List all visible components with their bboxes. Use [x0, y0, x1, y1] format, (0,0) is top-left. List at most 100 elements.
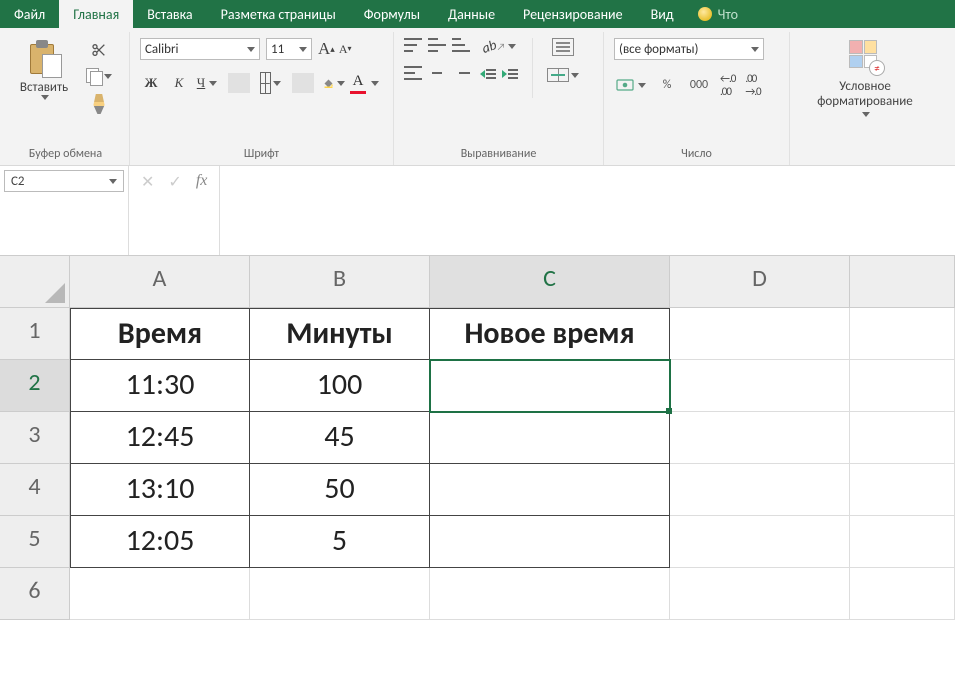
halign-left-icon	[404, 66, 422, 80]
row-header-1[interactable]: 1	[0, 308, 70, 360]
valign-middle-button[interactable]	[428, 38, 446, 52]
chevron-down-icon	[336, 72, 346, 94]
cell-A2[interactable]: 11:30	[70, 360, 250, 412]
number-format-combo[interactable]: (все форматы)	[614, 38, 764, 60]
insert-function-button[interactable]: fx	[196, 172, 208, 190]
separator	[532, 38, 533, 98]
cell-E4[interactable]	[850, 464, 955, 516]
cell-C3[interactable]	[430, 412, 670, 464]
cell-A3[interactable]: 12:45	[70, 412, 250, 464]
italic-button[interactable]: К	[168, 72, 190, 94]
cell-D4[interactable]	[670, 464, 850, 516]
cell-D6[interactable]	[670, 568, 850, 620]
tab-data[interactable]: Данные	[434, 0, 509, 28]
decrease-decimal-button[interactable]: .00→.0	[745, 72, 760, 98]
formula-input[interactable]	[219, 166, 955, 255]
cell-B2[interactable]: 100	[250, 360, 430, 412]
chevron-down-icon	[571, 73, 579, 78]
cut-button[interactable]	[91, 42, 107, 58]
cell-C2[interactable]	[430, 360, 670, 412]
cell-D1[interactable]	[670, 308, 850, 360]
font-size-combo[interactable]: 11	[266, 38, 312, 60]
halign-left-button[interactable]	[404, 66, 422, 80]
borders-icon	[260, 72, 271, 94]
row-header-4[interactable]: 4	[0, 464, 70, 516]
cell-E1[interactable]	[850, 308, 955, 360]
shrink-font-button[interactable]: A▾	[341, 42, 352, 57]
valign-top-button[interactable]	[404, 38, 422, 52]
row-header-6[interactable]: 6	[0, 568, 70, 620]
merge-center-button[interactable]	[547, 68, 579, 82]
chevron-down-icon	[104, 74, 112, 79]
col-header-blank[interactable]	[850, 256, 955, 308]
cell-B1[interactable]: Минуты	[250, 308, 430, 360]
col-header-A[interactable]: A	[70, 256, 250, 308]
halign-right-button[interactable]	[452, 66, 470, 80]
row-header-2[interactable]: 2	[0, 360, 70, 412]
halign-center-button[interactable]	[428, 66, 446, 80]
chevron-down-icon	[862, 112, 870, 117]
cell-D5[interactable]	[670, 516, 850, 568]
tab-insert[interactable]: Вставка	[133, 0, 206, 28]
col-header-D[interactable]: D	[670, 256, 850, 308]
paste-button[interactable]: Вставить	[12, 38, 76, 100]
enter-formula-button[interactable]: ✓	[168, 172, 181, 192]
tab-home[interactable]: Главная	[59, 0, 133, 28]
col-header-C[interactable]: C	[430, 256, 670, 308]
cell-C5[interactable]	[430, 516, 670, 568]
decrease-decimal-icon: .00→.0	[745, 72, 760, 98]
decrease-indent-button[interactable]	[480, 69, 496, 79]
select-all-corner[interactable]	[0, 256, 70, 308]
cell-C6[interactable]	[430, 568, 670, 620]
orientation-button[interactable]: ab↗	[482, 38, 515, 55]
cell-E3[interactable]	[850, 412, 955, 464]
cell-A5[interactable]: 12:05	[70, 516, 250, 568]
bold-button[interactable]: Ж	[140, 72, 162, 94]
col-header-B[interactable]: B	[250, 256, 430, 308]
font-color-button[interactable]: A	[352, 72, 374, 94]
cell-D3[interactable]	[670, 412, 850, 464]
brush-icon	[91, 94, 107, 114]
valign-bottom-button[interactable]	[452, 38, 470, 52]
percent-style-button[interactable]: %	[656, 76, 678, 94]
cell-C4[interactable]	[430, 464, 670, 516]
fill-color-button[interactable]	[324, 72, 346, 94]
worksheet-grid[interactable]: A B C D 1 Время Минуты Новое время 2 11:…	[0, 256, 955, 620]
cell-A1[interactable]: Время	[70, 308, 250, 360]
conditional-formatting-button[interactable]: ≠ Условное форматирование	[817, 38, 912, 117]
cell-B4[interactable]: 50	[250, 464, 430, 516]
cell-C1[interactable]: Новое время	[430, 308, 670, 360]
copy-button[interactable]	[86, 68, 112, 84]
accounting-format-button[interactable]	[614, 76, 646, 94]
cell-E6[interactable]	[850, 568, 955, 620]
cell-D2[interactable]	[670, 360, 850, 412]
tab-formulas[interactable]: Формулы	[350, 0, 434, 28]
tab-view[interactable]: Вид	[637, 0, 688, 28]
cell-B5[interactable]: 5	[250, 516, 430, 568]
borders-button[interactable]	[260, 72, 282, 94]
cell-B3[interactable]: 45	[250, 412, 430, 464]
cell-A6[interactable]	[70, 568, 250, 620]
underline-button[interactable]: Ч	[196, 72, 218, 94]
wrap-text-button[interactable]	[552, 38, 574, 56]
shrink-font-icon: A	[339, 42, 348, 57]
format-painter-button[interactable]	[91, 94, 107, 114]
increase-decimal-button[interactable]: ←.0.00	[720, 72, 735, 98]
tell-me[interactable]: Что	[688, 0, 748, 28]
comma-style-button[interactable]: 000	[688, 76, 710, 94]
tab-file[interactable]: Файл	[0, 0, 59, 28]
name-box[interactable]: C2	[4, 170, 124, 192]
row-header-3[interactable]: 3	[0, 412, 70, 464]
row-header-5[interactable]: 5	[0, 516, 70, 568]
cell-B6[interactable]	[250, 568, 430, 620]
grow-font-button[interactable]: A▴	[318, 39, 335, 59]
increase-indent-button[interactable]	[502, 69, 518, 79]
currency-icon	[614, 76, 636, 94]
font-name-combo[interactable]: Calibri	[140, 38, 260, 60]
cell-E2[interactable]	[850, 360, 955, 412]
cell-A4[interactable]: 13:10	[70, 464, 250, 516]
tab-review[interactable]: Рецензирование	[509, 0, 637, 28]
tab-page-layout[interactable]: Разметка страницы	[207, 0, 350, 28]
cancel-formula-button[interactable]: ✕	[141, 172, 154, 192]
cell-E5[interactable]	[850, 516, 955, 568]
